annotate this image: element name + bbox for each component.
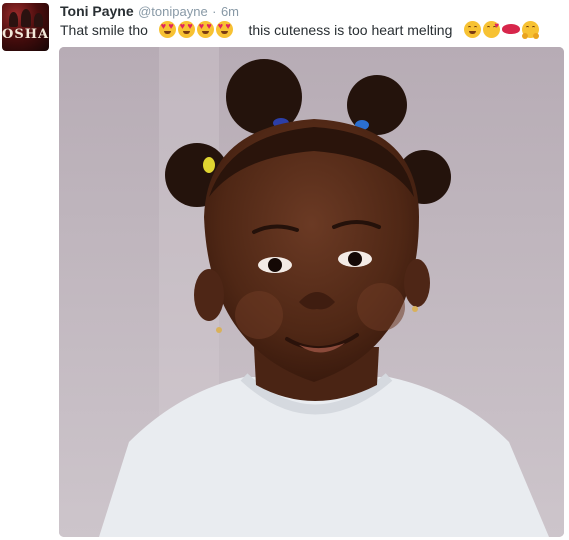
hugging-face-emoji-icon (522, 21, 540, 39)
tweet: OSHA Toni Payne @tonipayne · 6m That smi… (0, 0, 569, 540)
heart-eyes-emoji-icon (177, 21, 195, 38)
smiling-face-emoji-icon (464, 21, 482, 38)
heart-eyes-emoji-icon (196, 21, 214, 38)
baby-photo-illustration (59, 47, 564, 537)
meta-separator: · (212, 4, 217, 19)
tweet-photo[interactable] (59, 47, 564, 537)
tweet-timestamp[interactable]: 6m (221, 4, 239, 19)
heart-eyes-emoji-icon (215, 21, 233, 38)
kiss-lips-emoji-icon (502, 24, 521, 34)
avatar-logo: OSHA (2, 27, 49, 42)
author-handle[interactable]: @tonipayne (138, 4, 208, 19)
tweet-text: That smile tho this cuteness is too hear… (60, 20, 541, 40)
avatar-figure (21, 9, 31, 27)
author-name[interactable]: Toni Payne (60, 3, 134, 19)
tweet-header: Toni Payne @tonipayne · 6m (60, 2, 239, 20)
avatar-figure (9, 12, 18, 27)
heart-eyes-emoji-icon (158, 21, 176, 38)
tweet-text-part1: That smile tho (60, 22, 148, 38)
tweet-text-part2: this cuteness is too heart melting (248, 22, 453, 38)
avatar[interactable]: OSHA (2, 3, 49, 51)
kissing-face-emoji-icon: ♥ (483, 21, 501, 38)
avatar-figure (34, 13, 43, 27)
